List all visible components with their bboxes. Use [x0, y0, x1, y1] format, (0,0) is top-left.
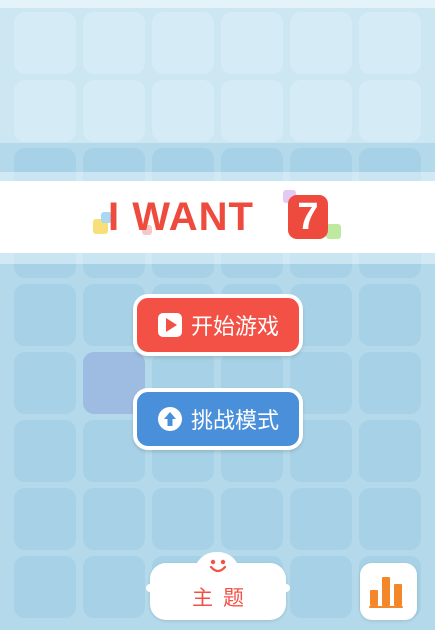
board-cell: [359, 284, 421, 346]
logo-text: I WANT: [108, 195, 254, 239]
leaderboard-button[interactable]: [360, 563, 417, 620]
start-game-label: 开始游戏: [190, 315, 279, 340]
top-edge: [0, 0, 435, 8]
board-cell: [359, 352, 421, 414]
logo: I WANT 7: [0, 181, 435, 253]
challenge-mode-label: 挑战模式: [190, 409, 279, 434]
arrow-up-icon: [157, 406, 183, 432]
board-cell: [14, 556, 76, 618]
logo-confetti: [326, 224, 341, 239]
board-cell: [359, 420, 421, 482]
challenge-mode-button[interactable]: 挑战模式: [133, 388, 303, 450]
theme-label: 主题: [192, 586, 254, 610]
top-overlay: [0, 0, 435, 143]
play-icon: [157, 312, 183, 338]
board-cell: [14, 284, 76, 346]
board-cell: [83, 556, 145, 618]
board-cell: [83, 488, 145, 550]
smile-icon: [205, 556, 231, 576]
board-cell: [14, 488, 76, 550]
board-cell: [221, 488, 283, 550]
board-cell: [14, 420, 76, 482]
board-cell: [359, 488, 421, 550]
board-cell: [290, 488, 352, 550]
board-cell: [14, 352, 76, 414]
start-game-button[interactable]: 开始游戏: [133, 294, 303, 356]
board-cell: [152, 488, 214, 550]
logo-number: 7: [288, 195, 328, 239]
board-cell: [290, 556, 352, 618]
